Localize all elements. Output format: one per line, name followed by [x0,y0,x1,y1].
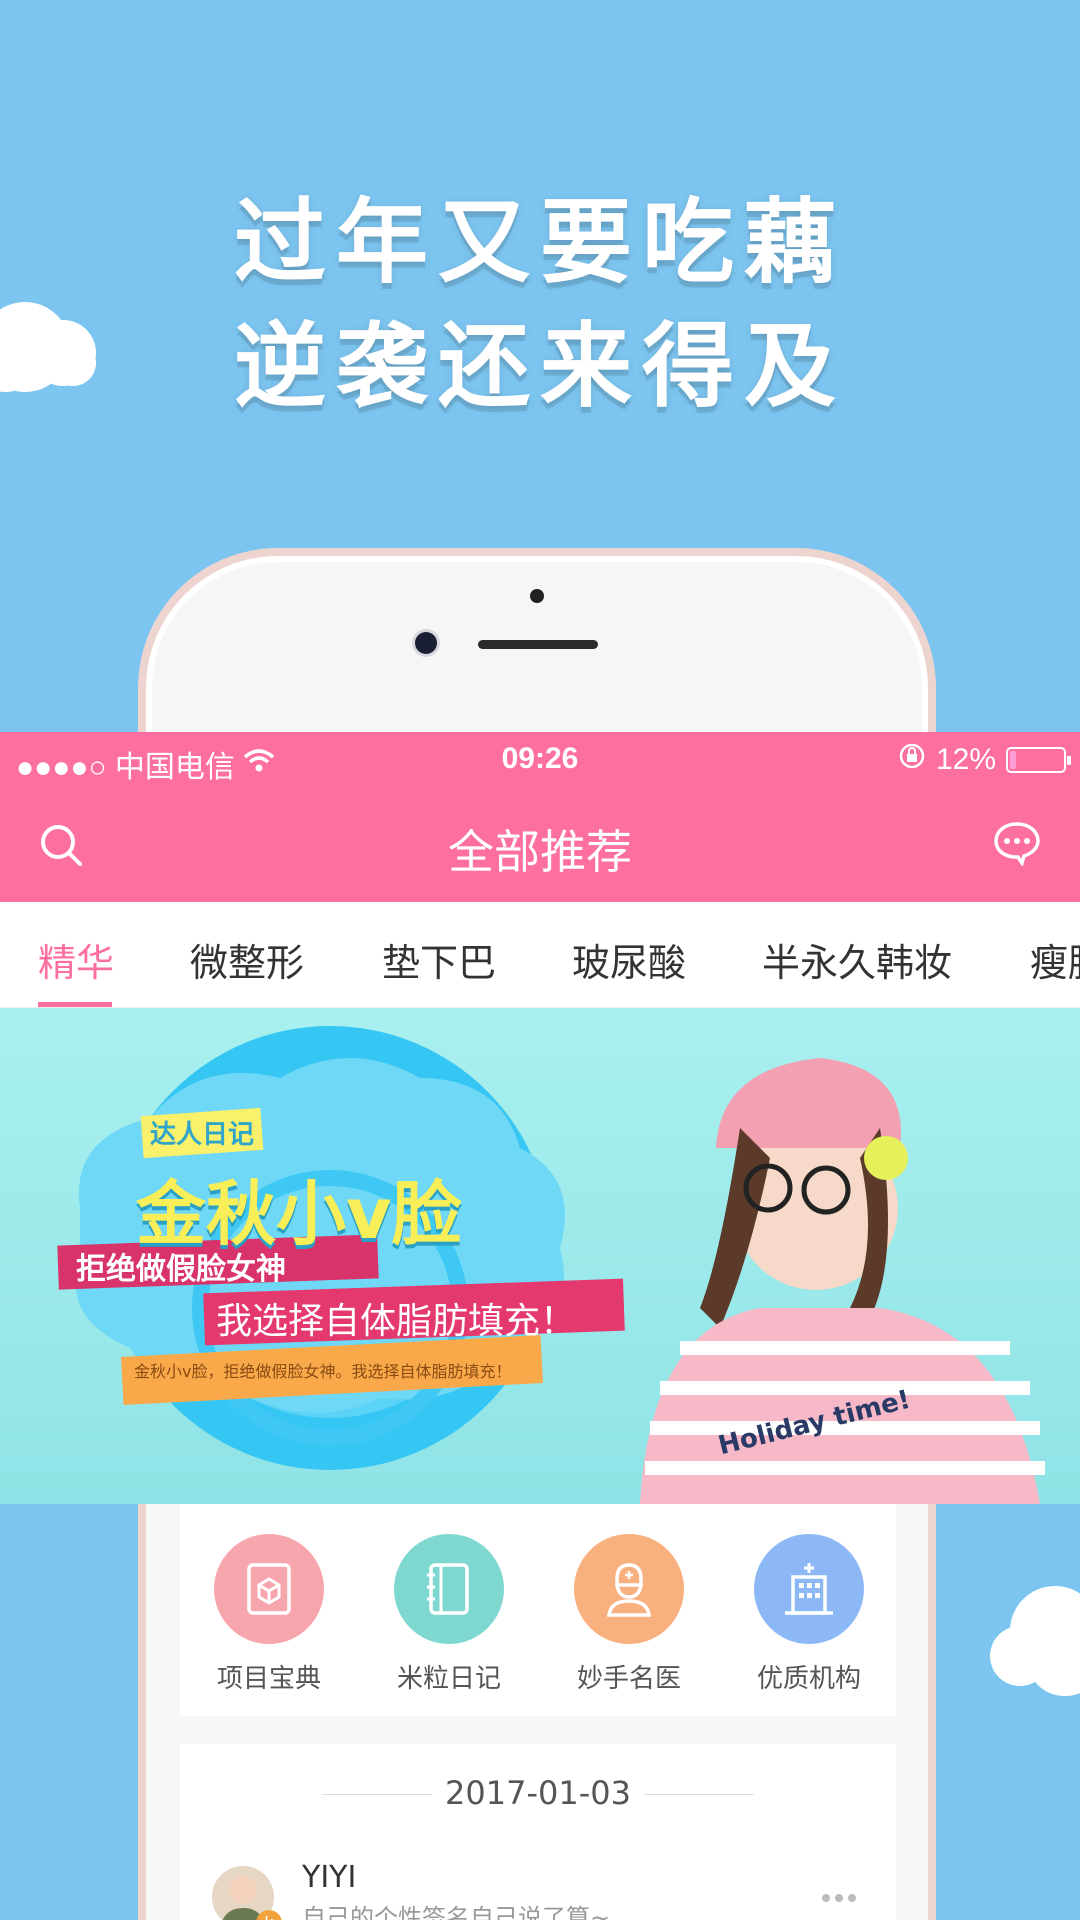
book-icon [214,1534,324,1644]
promo-banner[interactable]: 达人日记 金秋小v脸 拒绝做假脸女神 我选择自体脂肪填充！ 金秋小v脸，拒绝做假… [0,1008,1080,1504]
quick-links-panel: 项目宝典 米粒日记 妙手名医 优质机构 [180,1504,896,1716]
battery-icon [1006,747,1071,773]
user-signature: 自己的个性签名自己说了算~ [302,1904,611,1920]
username[interactable]: YIYI [302,1860,356,1895]
cloud-left-decoration [0,282,120,392]
hospital-icon [754,1534,864,1644]
tab-banyongjiu-hanzhuang[interactable]: 半永久韩妆 [762,932,952,987]
quick-link-label: 米粒日记 [396,1664,501,1694]
date-divider-right [644,1794,754,1795]
tab-shoulian[interactable]: 瘦脸 [1030,932,1080,987]
banner-ribbon-text: 金秋小v脸，拒绝做假脸女神。我选择自体脂肪填充！ [134,1362,512,1381]
banner-subtitle-1: 拒绝做假脸女神 [76,1252,286,1287]
tab-dianxiaba[interactable]: 垫下巴 [382,932,496,987]
category-tabs: 精华 微整形 垫下巴 玻尿酸 半永久韩妆 瘦脸 [0,902,1080,1008]
quick-link-miaoshou-mingyi[interactable]: 妙手名医 [554,1534,704,1695]
cloud-right-decoration [990,1586,1080,1696]
quick-link-label: 妙手名医 [576,1664,681,1694]
promo-headline-line1: 过年又要吃藕 [233,189,846,296]
quick-link-label: 优质机构 [756,1664,861,1694]
feed-date: 2017-01-03 [445,1774,631,1812]
quick-link-label: 项目宝典 [216,1664,321,1694]
quick-link-mili-riji[interactable]: 米粒日记 [374,1534,524,1695]
tab-jinghua[interactable]: 精华 [38,932,114,987]
tab-weizhengxing[interactable]: 微整形 [190,932,304,987]
rotation-lock-icon [898,742,926,778]
tab-boniaosuan[interactable]: 玻尿酸 [572,932,686,987]
page-title: 全部推荐 [448,825,632,879]
notebook-icon [394,1534,504,1644]
diary-feed-card: 2017-01-03 k YIYI 自己的个性签名自己说了算~ [180,1744,896,1920]
quick-link-youzhi-jigou[interactable]: 优质机构 [734,1534,884,1695]
phone-sensor [530,589,544,603]
phone-camera [415,632,437,654]
status-bar: ●●●●○ 中国电信 09:26 12% [0,732,1080,786]
message-icon[interactable] [992,820,1042,870]
phone-speaker [478,640,598,649]
nav-bar: 全部推荐 [0,786,1080,902]
doctor-icon [574,1534,684,1644]
more-options-icon[interactable] [822,1894,856,1902]
battery-fill [1010,751,1016,769]
battery-percent: 12% [935,743,996,776]
banner-tag: 达人日记 [150,1120,255,1150]
banner-subtitle-2: 我选择自体脂肪填充！ [216,1301,577,1342]
promo-headline-line2: 逆袭还来得及 [233,313,846,420]
active-tab-indicator [38,1002,112,1007]
quick-link-xiangmu-baodian[interactable]: 项目宝典 [194,1534,344,1695]
